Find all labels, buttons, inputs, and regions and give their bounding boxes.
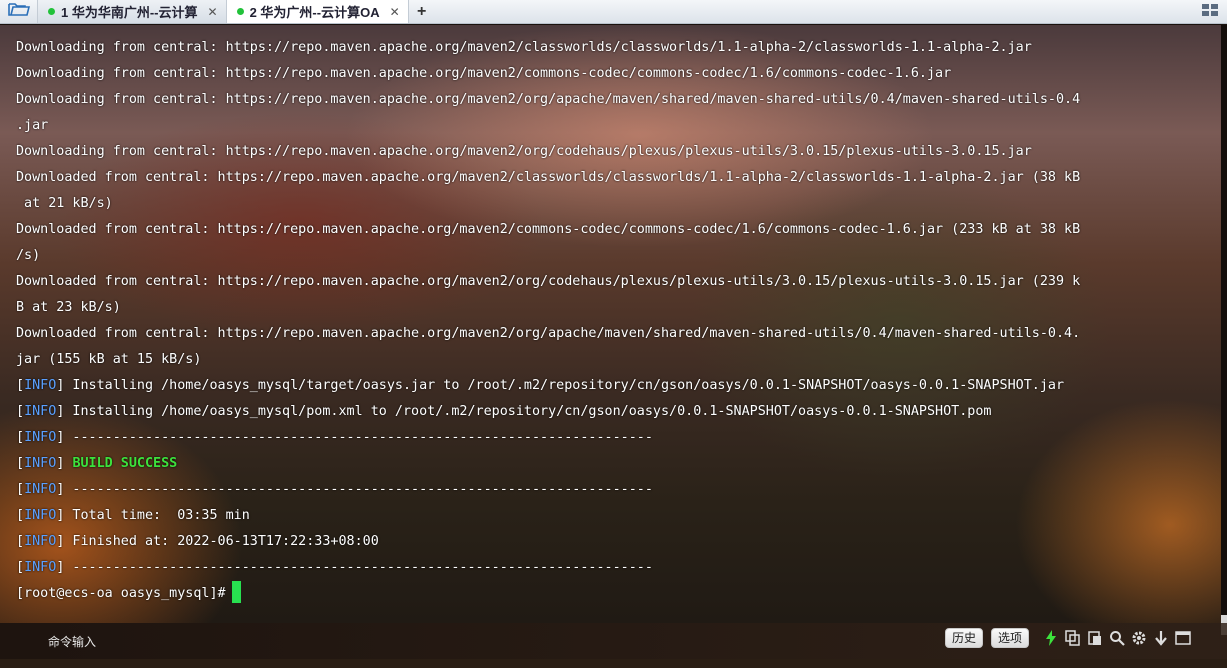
text-cursor — [231, 581, 241, 603]
terminal-line: Downloaded from central: https://repo.ma… — [16, 269, 1211, 295]
terminal-line: Downloading from central: https://repo.m… — [16, 139, 1211, 165]
terminal-line: B at 23 kB/s) — [16, 295, 1211, 321]
bracket: [ — [16, 508, 25, 523]
log-level-tag: INFO — [24, 378, 57, 393]
line-text: Downloaded from central: https://repo.ma… — [16, 170, 1081, 185]
log-level-tag: INFO — [24, 404, 57, 419]
line-text: ----------------------------------------… — [64, 560, 653, 575]
bracket: [ — [16, 534, 25, 549]
download-arrow-icon[interactable] — [1152, 630, 1169, 647]
history-button[interactable]: 历史 — [945, 628, 984, 648]
paste-icon[interactable] — [1086, 630, 1103, 647]
bracket: [ — [16, 378, 25, 393]
command-bar: 命令输入 历史 选项 — [0, 623, 1227, 659]
tab-session-2[interactable]: 2 华为广州--云计算OA ✕ — [226, 0, 409, 23]
open-folder-button[interactable] — [0, 0, 38, 23]
bracket: [ — [16, 560, 25, 575]
terminal-line: [INFO] BUILD SUCCESS — [16, 451, 1211, 477]
log-level-tag: INFO — [24, 534, 57, 549]
bracket: [ — [16, 430, 25, 445]
terminal-lines: Downloading from central: https://repo.m… — [16, 35, 1211, 607]
terminal-scrollbar[interactable] — [1221, 25, 1227, 635]
status-strip — [0, 659, 1227, 668]
folder-icon — [7, 1, 30, 22]
connected-status-icon — [236, 8, 244, 15]
search-icon[interactable] — [1108, 630, 1125, 647]
line-text: Downloading from central: https://repo.m… — [16, 40, 1032, 55]
line-text: /s) — [16, 248, 41, 263]
line-text: .jar — [16, 118, 49, 133]
line-text: Downloaded from central: https://repo.ma… — [16, 274, 1081, 289]
build-success-text: BUILD SUCCESS — [72, 456, 178, 471]
line-text: Installing /home/oasys_mysql/pom.xml to … — [64, 404, 992, 419]
line-text: Installing /home/oasys_mysql/target/oasy… — [64, 378, 1065, 393]
bracket: [ — [16, 482, 25, 497]
bracket: [ — [16, 456, 25, 471]
log-level-tag: INFO — [24, 430, 57, 445]
grid-icon — [1201, 3, 1219, 22]
lightning-icon[interactable] — [1042, 630, 1059, 647]
terminal-line: Downloaded from central: https://repo.ma… — [16, 165, 1211, 191]
terminal-line: [INFO] Finished at: 2022-06-13T17:22:33+… — [16, 529, 1211, 555]
terminal-line: /s) — [16, 243, 1211, 269]
log-level-tag: INFO — [24, 508, 57, 523]
log-level-tag: INFO — [24, 456, 57, 471]
command-input-label[interactable]: 命令输入 — [48, 633, 96, 650]
terminal-line: .jar — [16, 113, 1211, 139]
tab-bar: 1 华为华南广州--云计算 ✕ 2 华为广州--云计算OA ✕ + — [0, 0, 1227, 24]
window-icon[interactable] — [1174, 630, 1191, 647]
line-text: Downloading from central: https://repo.m… — [16, 144, 1032, 159]
tab-label: 1 华为华南广州--云计算 — [61, 5, 198, 20]
line-text: B at 23 kB/s) — [16, 300, 121, 315]
line-text: Downloaded from central: https://repo.ma… — [16, 222, 1081, 237]
terminal-line: [INFO] ---------------------------------… — [16, 555, 1211, 581]
command-toolbar — [1042, 628, 1191, 648]
close-icon[interactable]: ✕ — [390, 5, 400, 19]
plus-icon: + — [416, 2, 427, 20]
terminal-line: [INFO] ---------------------------------… — [16, 477, 1211, 503]
terminal-line: Downloading from central: https://repo.m… — [16, 87, 1211, 113]
terminal-line: [INFO] Total time: 03:35 min — [16, 503, 1211, 529]
log-level-tag: INFO — [24, 560, 57, 575]
terminal-line: [INFO] Installing /home/oasys_mysql/targ… — [16, 373, 1211, 399]
line-text: Downloaded from central: https://repo.ma… — [16, 326, 1081, 341]
tab-session-1[interactable]: 1 华为华南广州--云计算 ✕ — [38, 0, 227, 23]
log-level-tag: INFO — [24, 482, 57, 497]
line-text: ----------------------------------------… — [64, 482, 653, 497]
shell-prompt: [root@ecs-oa oasys_mysql]# — [16, 586, 226, 601]
terminal-line: Downloaded from central: https://repo.ma… — [16, 321, 1211, 347]
line-text: Downloading from central: https://repo.m… — [16, 66, 952, 81]
terminal-line: Downloaded from central: https://repo.ma… — [16, 217, 1211, 243]
terminal-line: Downloading from central: https://repo.m… — [16, 35, 1211, 61]
new-tab-button[interactable]: + — [409, 0, 435, 23]
prompt-line[interactable]: [root@ecs-oa oasys_mysql]# — [16, 581, 1211, 607]
close-icon[interactable]: ✕ — [208, 5, 218, 19]
terminal-line: [INFO] Installing /home/oasys_mysql/pom.… — [16, 399, 1211, 425]
terminal-line: [INFO] ---------------------------------… — [16, 425, 1211, 451]
terminal-line: jar (155 kB at 15 kB/s) — [16, 347, 1211, 373]
options-button[interactable]: 选项 — [991, 628, 1030, 648]
bracket: [ — [16, 404, 25, 419]
terminal-line: at 21 kB/s) — [16, 191, 1211, 217]
line-text: Downloading from central: https://repo.m… — [16, 92, 1081, 107]
tab-label: 2 华为广州--云计算OA — [249, 5, 380, 20]
terminal-line: Downloading from central: https://repo.m… — [16, 61, 1211, 87]
layout-grid-button[interactable] — [1193, 0, 1227, 24]
connected-status-icon — [48, 8, 55, 15]
line-text: Total time: 03:35 min — [64, 508, 250, 523]
line-text: ----------------------------------------… — [64, 430, 653, 445]
line-text: Finished at: 2022-06-13T17:22:33+08:00 — [64, 534, 379, 549]
line-text: at 21 kB/s) — [16, 196, 113, 211]
terminal-output[interactable]: Downloading from central: https://repo.m… — [0, 25, 1221, 623]
line-text: jar (155 kB at 15 kB/s) — [16, 352, 202, 367]
copy-icon[interactable] — [1064, 630, 1081, 647]
gear-icon[interactable] — [1130, 630, 1147, 647]
